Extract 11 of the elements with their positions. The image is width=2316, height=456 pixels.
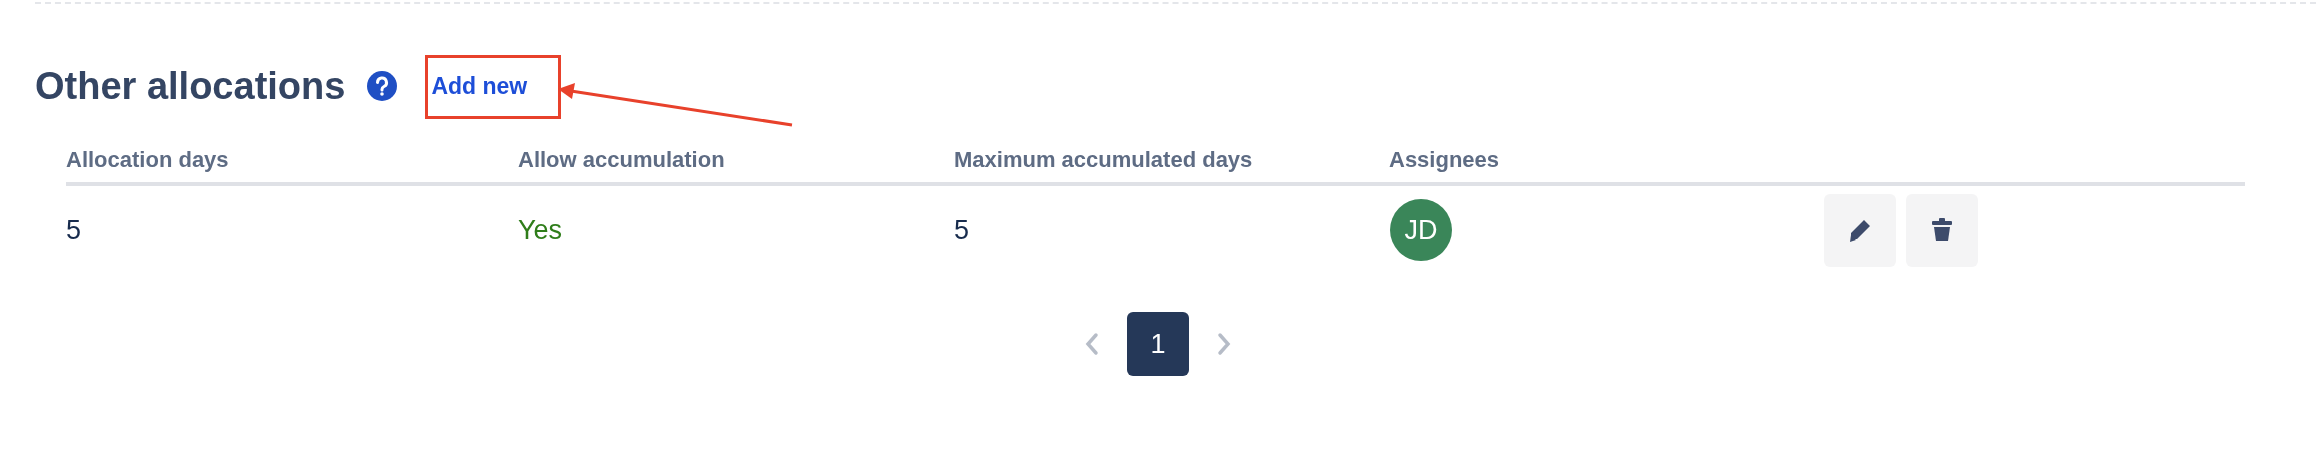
- section-title: Other allocations: [35, 64, 346, 108]
- avatar: JD: [1390, 199, 1452, 261]
- add-new-link[interactable]: Add new: [419, 62, 540, 110]
- table-cell-text: 5: [954, 214, 971, 246]
- table-cell-text: Yes: [518, 214, 564, 246]
- column-header: Allow accumulation: [518, 147, 726, 173]
- table-cell-text: 5: [66, 214, 83, 246]
- page-button[interactable]: 1: [1127, 312, 1189, 376]
- column-header: Maximum accumulated days: [954, 147, 1254, 173]
- column-header: Allocation days: [66, 147, 230, 173]
- column-header: Assignees: [1389, 147, 1501, 173]
